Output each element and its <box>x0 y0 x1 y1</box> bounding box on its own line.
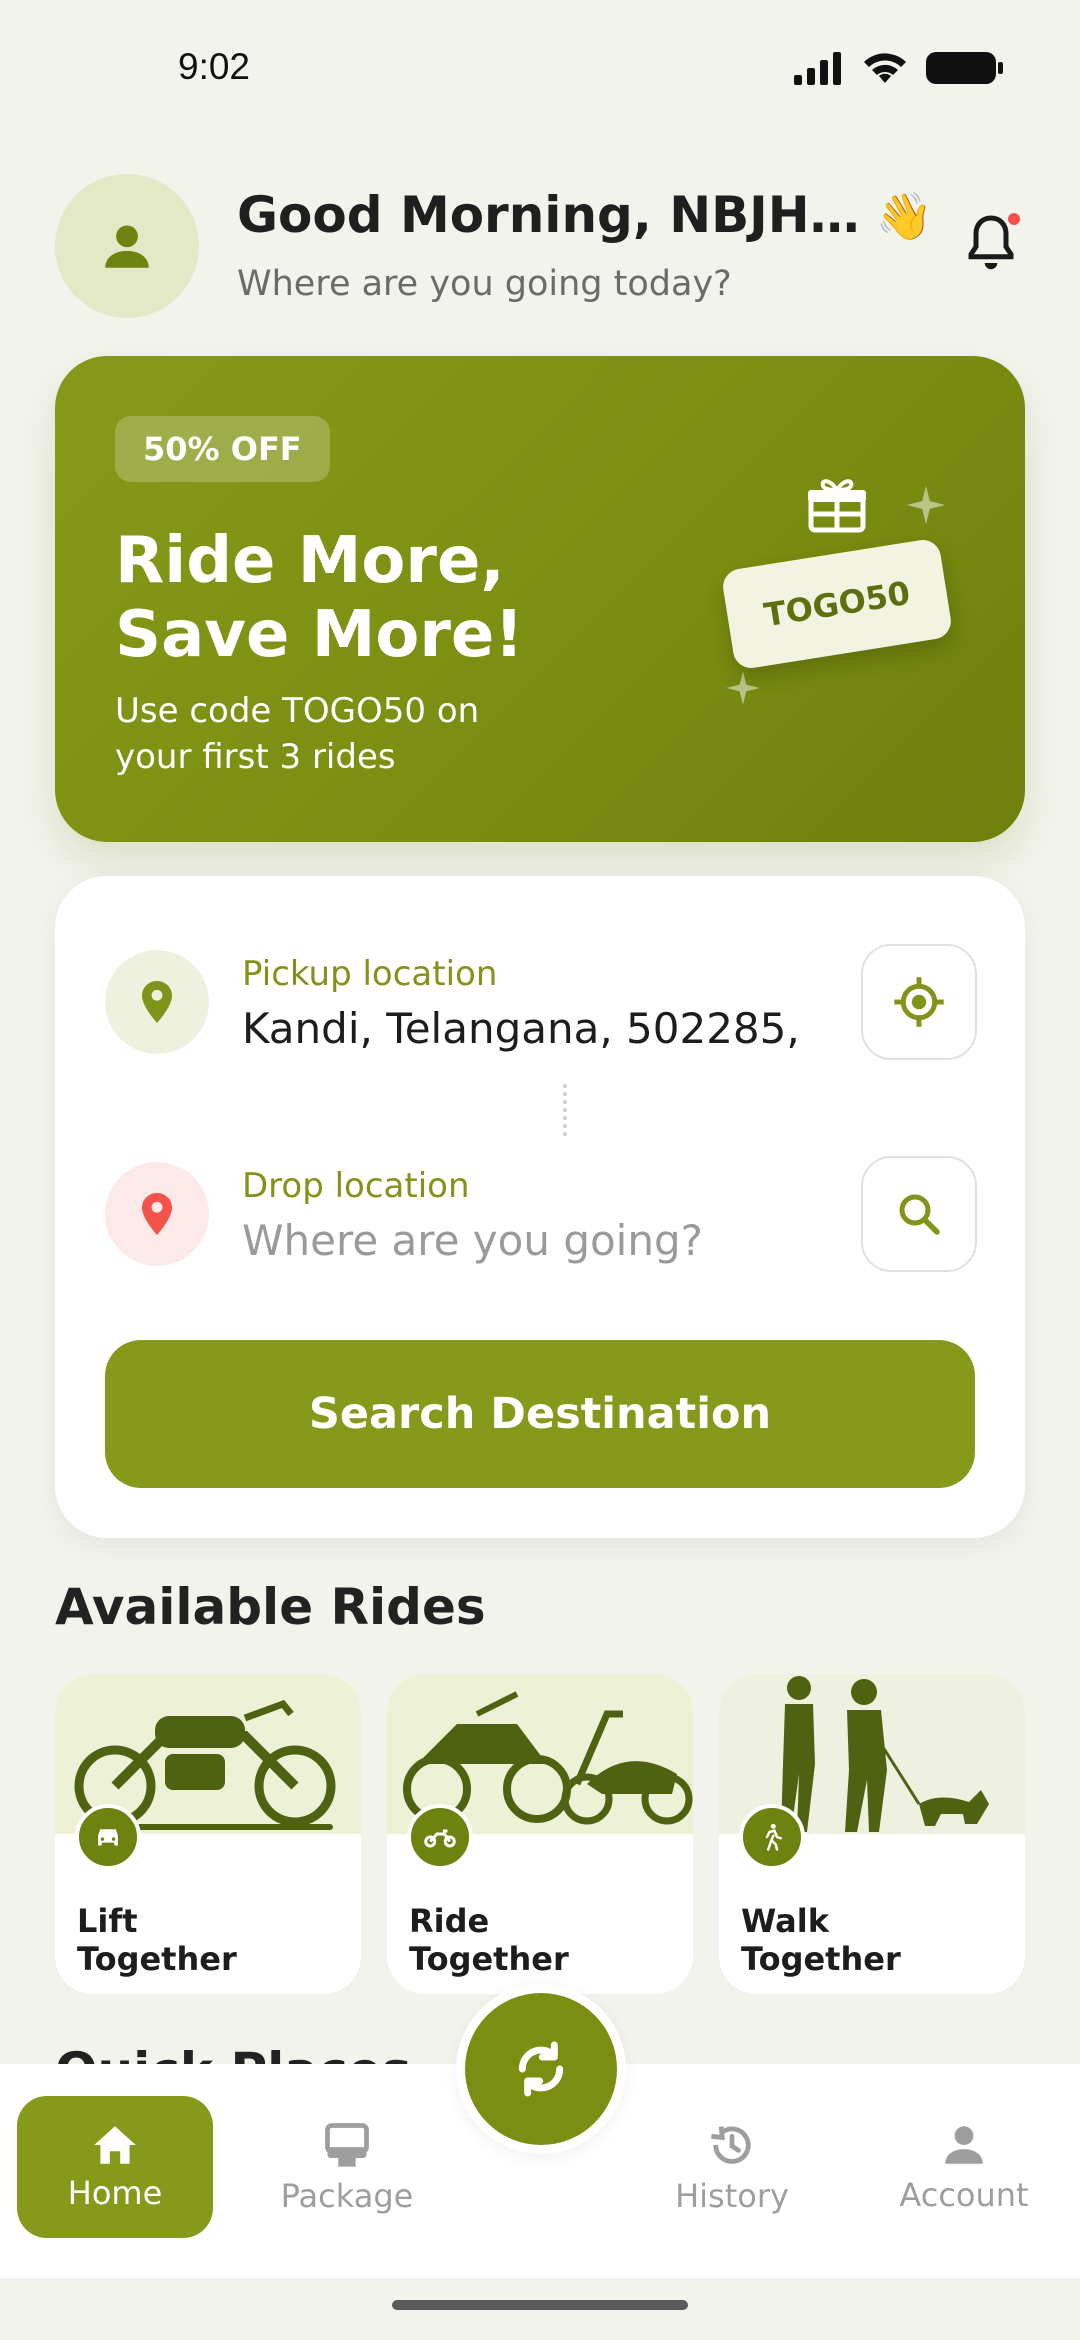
route-divider <box>563 1084 569 1136</box>
sparkle-icon <box>906 485 946 525</box>
rides-list: Lift Together Ride Together Walk Togethe… <box>55 1674 1025 1994</box>
coupon-code[interactable]: TOGO50 <box>720 537 954 671</box>
status-bar: 9:02 <box>0 0 1080 140</box>
avatar[interactable] <box>55 174 199 318</box>
drop-label: Drop location <box>242 1166 470 1206</box>
pickup-pin <box>105 950 209 1054</box>
package-icon <box>325 2123 369 2167</box>
home-icon <box>94 2126 136 2164</box>
location-card: Pickup location Kandi, Telangana, 502285… <box>55 876 1025 1538</box>
greeting-text: Good Morning, NBJH… <box>237 186 860 244</box>
nav-label: Account <box>899 2176 1029 2214</box>
fab-inner <box>465 1993 617 2145</box>
current-location-button[interactable] <box>861 944 977 1060</box>
battery-icon <box>926 52 1003 84</box>
motorcycle-icon <box>407 1804 473 1870</box>
ride-card-ride[interactable]: Ride Together <box>387 1674 693 1994</box>
swap-icon <box>518 2041 564 2097</box>
drop-input[interactable]: Where are you going? <box>242 1216 832 1265</box>
available-rides-title: Available Rides <box>55 1578 486 1636</box>
search-destination-button[interactable]: Search Destination <box>105 1340 975 1488</box>
ride-card-lift[interactable]: Lift Together <box>55 1674 361 1994</box>
swap-fab-button[interactable] <box>456 1984 626 2154</box>
location-pin-icon <box>142 981 172 1023</box>
account-icon <box>945 2126 983 2164</box>
nav-label: History <box>675 2177 789 2215</box>
nav-label: Home <box>67 2174 163 2212</box>
user-icon <box>105 225 149 268</box>
wave-icon: 👋 <box>875 189 933 243</box>
history-icon <box>711 2126 751 2164</box>
gps-target-icon <box>894 977 944 1027</box>
promo-title: Ride More, Save More! <box>115 524 524 672</box>
status-icons <box>794 50 1004 86</box>
header: Good Morning, NBJH… 👋 Where are you going… <box>55 174 1025 318</box>
ride-name: Lift Together <box>77 1902 237 1978</box>
walking-icon <box>739 1804 805 1870</box>
gift-icon <box>808 479 866 533</box>
discount-badge: 50% OFF <box>115 416 330 482</box>
nav-home[interactable]: Home <box>17 2096 213 2238</box>
nav-account[interactable]: Account <box>866 2096 1062 2238</box>
greeting-title: Good Morning, NBJH… 👋 <box>237 186 933 244</box>
nav-label: Package <box>280 2177 414 2215</box>
promo-banner[interactable]: 50% OFF Ride More, Save More! Use code T… <box>55 356 1025 842</box>
location-pin-icon <box>142 1193 172 1235</box>
wifi-icon <box>864 53 906 83</box>
search-drop-button[interactable] <box>861 1156 977 1272</box>
sparkle-icon <box>726 671 760 705</box>
nav-package[interactable]: Package <box>249 2096 445 2238</box>
drop-pin <box>105 1162 209 1266</box>
nav-history[interactable]: History <box>634 2096 830 2238</box>
pickup-label: Pickup location <box>242 954 498 994</box>
ride-name: Ride Together <box>409 1902 569 1978</box>
promo-description: Use code TOGO50 on your first 3 rides <box>115 691 480 777</box>
home-indicator[interactable] <box>392 2300 688 2310</box>
ride-card-walk[interactable]: Walk Together <box>719 1674 1025 1994</box>
notification-dot <box>1005 210 1023 228</box>
notifications-button[interactable] <box>961 210 1025 282</box>
greeting-subtitle: Where are you going today? <box>237 264 732 304</box>
ride-name: Walk Together <box>741 1902 901 1978</box>
car-icon <box>75 1804 141 1870</box>
status-time: 9:02 <box>178 46 251 87</box>
signal-icon <box>794 52 841 85</box>
pickup-input[interactable]: Kandi, Telangana, 502285, <box>242 1004 832 1053</box>
search-icon <box>899 1194 940 1235</box>
